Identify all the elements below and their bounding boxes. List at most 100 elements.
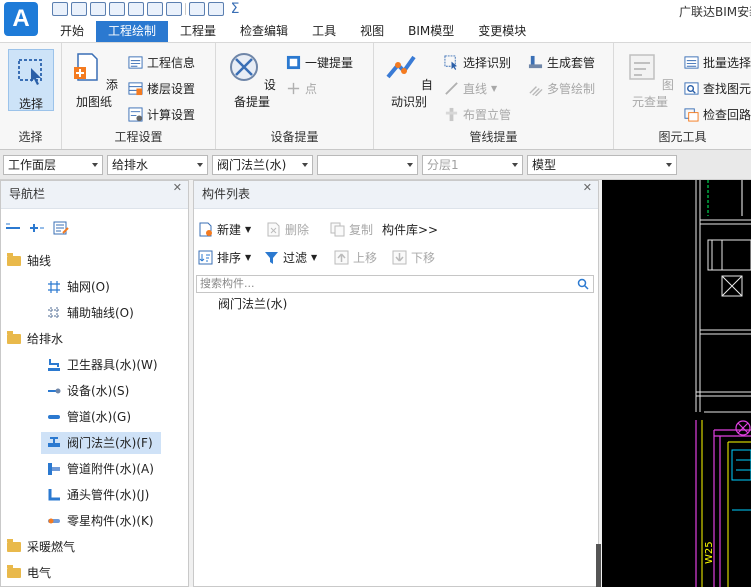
component-type-select[interactable]: 阀门法兰(水) — [212, 155, 313, 175]
select-button[interactable]: 选择 — [8, 49, 54, 111]
discipline-select[interactable]: 给排水 — [107, 155, 208, 175]
close-icon[interactable]: ✕ — [173, 181, 182, 195]
equipment-takeoff-button[interactable]: 设备提量 — [224, 51, 280, 110]
grid-icon — [48, 281, 60, 293]
redo-icon[interactable] — [208, 2, 224, 16]
multi-pipe-draw-button[interactable]: 多管绘制 — [528, 79, 595, 97]
tree-group-hvac-gas[interactable]: 采暖燃气 — [7, 536, 75, 558]
tab-change-module[interactable]: 变更模块 — [466, 21, 538, 42]
copy-component-button[interactable]: 复制 — [330, 219, 373, 239]
tree-group-water-supply[interactable]: 给排水 — [7, 328, 63, 350]
line-button[interactable]: 直线 ▼ — [444, 79, 497, 97]
one-click-takeoff-button[interactable]: 一键提量 — [286, 53, 353, 71]
panel-scrollbar[interactable] — [596, 544, 601, 587]
chevron-down-icon — [197, 163, 203, 167]
chevron-down-icon: ▼ — [311, 252, 318, 262]
generate-sleeve-button[interactable]: 生成套管 — [528, 53, 595, 71]
chevron-down-icon — [512, 163, 518, 167]
ribbon-tabs: 开始 工程绘制 工程量 检查编辑 工具 视图 BIM模型 变更模块 — [48, 21, 538, 42]
collapse-all-icon[interactable] — [5, 221, 21, 235]
sublayer-select[interactable]: 分层1 — [422, 155, 523, 175]
view-mode-select[interactable]: 模型 — [527, 155, 677, 175]
export-icon[interactable] — [109, 2, 125, 16]
tab-bim-model[interactable]: BIM模型 — [396, 21, 466, 42]
chevron-down-icon: ▼ — [245, 224, 252, 234]
sort-button[interactable]: 排序 ▼ — [198, 247, 251, 267]
search-icon[interactable] — [577, 278, 589, 290]
component-list-item[interactable]: 阀门法兰(水) — [218, 293, 287, 315]
tree-item-fitting[interactable]: 通头管件(水)(J) — [47, 484, 149, 506]
bim-icon[interactable] — [128, 2, 144, 16]
tab-tools[interactable]: 工具 — [300, 21, 348, 42]
point-button[interactable]: 点 — [286, 79, 317, 97]
tree-item-pipe[interactable]: 管道(水)(G) — [47, 406, 131, 428]
new-doc-icon — [199, 222, 212, 236]
close-icon[interactable]: ✕ — [583, 181, 592, 195]
equipment-icon — [230, 53, 259, 81]
batch-select-button[interactable]: 批量选择 — [684, 53, 751, 71]
multi-pipe-icon — [529, 85, 543, 96]
app-logo[interactable]: A — [4, 2, 38, 36]
tree-item-grid[interactable]: 轴网(O) — [47, 276, 110, 298]
calc-settings-icon — [128, 106, 143, 122]
tab-view[interactable]: 视图 — [348, 21, 396, 42]
element-check-button[interactable]: 图元查量 — [622, 51, 678, 110]
faucet-icon — [48, 359, 60, 371]
edit-list-icon[interactable] — [53, 221, 69, 235]
undo-icon[interactable] — [189, 2, 205, 16]
tree-item-aux-axis[interactable]: 辅助轴线(O) — [47, 302, 134, 324]
expand-all-icon[interactable] — [29, 221, 45, 235]
save-icon[interactable] — [90, 2, 106, 16]
tree-item-pipe-accessory[interactable]: 管道附件(水)(A) — [47, 458, 154, 480]
auto-identify-button[interactable]: 自动识别 — [380, 51, 438, 110]
sum-icon[interactable]: Σ — [227, 2, 243, 16]
drawing-canvas[interactable]: W25 — [602, 180, 751, 587]
tree-group-electrical[interactable]: 电气 — [7, 562, 51, 584]
chevron-down-icon — [666, 163, 672, 167]
add-drawing-button[interactable]: 添加图纸 — [68, 51, 120, 110]
arrange-riser-button[interactable]: 布置立管 — [444, 105, 511, 123]
quick-access-toolbar: Σ — [52, 1, 243, 17]
panel-title: 构件列表 — [202, 187, 251, 201]
check-loop-button[interactable]: 检查回路 — [684, 105, 751, 123]
calc-settings-button[interactable]: 计算设置 — [128, 105, 195, 123]
navigation-panel: 导航栏 ✕ 轴线 轴网(O) 辅助轴线(O) 给排水 卫生器具(水)(W) 设备… — [0, 180, 189, 587]
chevron-down-icon: ▼ — [491, 83, 498, 93]
tree-item-equipment[interactable]: 设备(水)(S) — [47, 380, 129, 402]
navigation-panel-header: 导航栏 ✕ — [1, 181, 188, 209]
chevron-down-icon — [302, 163, 308, 167]
tab-quantity[interactable]: 工程量 — [168, 21, 228, 42]
floor-icon — [128, 81, 143, 95]
new-component-button[interactable]: 新建 ▼ — [198, 219, 251, 239]
tree-item-misc-component[interactable]: 零星构件(水)(K) — [47, 510, 154, 532]
ribbon-group-project-settings: 添加图纸 工程信息 楼层设置 计算设置 工程设置 — [62, 43, 216, 149]
folder-open-icon — [7, 331, 21, 344]
move-up-button[interactable]: 上移 — [334, 247, 377, 267]
tree-item-sanitary[interactable]: 卫生器具(水)(W) — [47, 354, 158, 376]
select-identify-button[interactable]: 选择识别 — [444, 53, 511, 71]
tree-group-axis[interactable]: 轴线 — [7, 250, 51, 272]
print-icon[interactable] — [147, 2, 163, 16]
tab-start[interactable]: 开始 — [48, 21, 96, 42]
layer-icon[interactable] — [166, 2, 182, 16]
component-library-button[interactable]: 构件库>> — [382, 219, 438, 239]
filter-button[interactable]: 过滤 ▼ — [264, 247, 317, 267]
cad-drawing — [695, 180, 751, 587]
delete-component-button[interactable]: 删除 — [266, 219, 309, 239]
component-search-input[interactable]: 搜索构件... — [196, 275, 594, 293]
floor-settings-button[interactable]: 楼层设置 — [128, 79, 195, 97]
open-folder-icon[interactable] — [71, 2, 87, 16]
tab-check-edit[interactable]: 检查编辑 — [228, 21, 300, 42]
project-info-button[interactable]: 工程信息 — [128, 53, 195, 71]
find-element-button[interactable]: 查找图元 — [684, 79, 751, 97]
move-down-button[interactable]: 下移 — [392, 247, 435, 267]
tab-project-drawing[interactable]: 工程绘制 — [96, 21, 169, 42]
folder-icon — [7, 539, 21, 552]
sleeve-icon — [528, 55, 543, 68]
pipe-icon — [48, 415, 60, 419]
tree-item-valve-flange[interactable]: 阀门法兰(水)(F) — [41, 432, 161, 454]
component-select[interactable] — [317, 155, 418, 175]
new-file-icon[interactable] — [52, 2, 68, 16]
point-icon — [287, 82, 300, 94]
work-layer-select[interactable]: 工作面层 — [3, 155, 103, 175]
